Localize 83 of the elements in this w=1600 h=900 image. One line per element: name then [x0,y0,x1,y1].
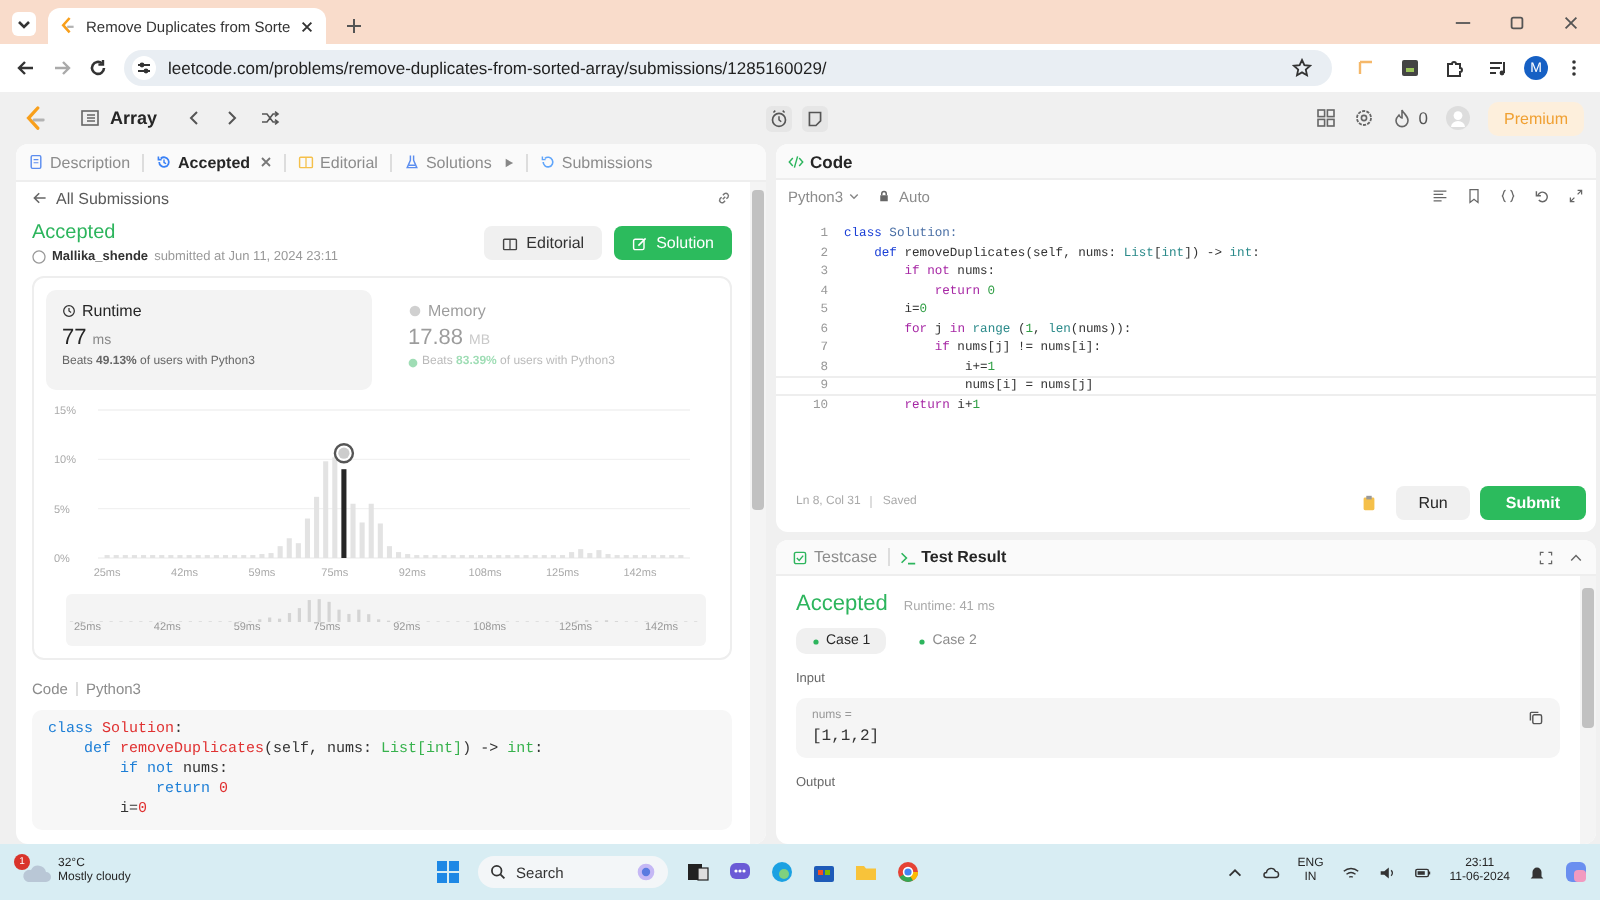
collapse-icon[interactable] [1568,549,1584,565]
close-icon[interactable] [300,19,315,33]
metric-label: Runtime [82,302,142,320]
document-icon [28,154,44,170]
braces-icon[interactable] [1500,188,1516,204]
caret-icon [847,190,860,202]
submission-status: Accepted [32,222,118,244]
orb-icon [636,862,657,882]
streak-count: 0 [1418,108,1428,128]
bookmark-star-icon[interactable] [1292,58,1312,78]
panel-tab[interactable]: Accepted [152,149,277,175]
format-icon[interactable] [1432,188,1448,204]
console-tab[interactable]: Test Result [895,544,1011,570]
panel-title: Code [810,151,853,171]
settings-icon[interactable] [1354,108,1375,128]
clock-icon [62,304,76,318]
clipboard-icon[interactable] [1360,493,1379,511]
chrome-icon[interactable] [896,860,921,884]
copilot-icon[interactable] [1564,860,1588,884]
code-icon [788,153,804,169]
badge-icon [408,357,418,367]
wifi-icon[interactable] [1341,863,1360,881]
flask-icon [403,154,420,170]
site-settings-icon[interactable] [132,56,156,80]
back-arrow-icon[interactable] [32,190,48,206]
play-icon [503,157,514,167]
close-icon[interactable] [1562,14,1580,32]
history-icon [539,154,556,170]
all-submissions-link[interactable]: All Submissions [56,189,169,207]
parameter-value: [1,1,2] [812,728,880,746]
fullscreen-icon[interactable] [1538,549,1554,565]
edit-icon [632,235,649,251]
terminal-icon [899,549,916,565]
address-bar[interactable]: leetcode.com/problems/remove-duplicates-from-sorted-array/submissions/1285160029/ [124,50,1332,86]
avatar-icon [32,250,46,264]
history-icon [156,154,173,170]
book-icon [502,235,519,251]
leetcode-logo-icon [60,16,76,36]
editorial-button[interactable]: Editorial [484,226,603,260]
run-button[interactable]: Run [1396,485,1470,519]
tab-search-icon[interactable] [12,12,36,36]
timer-icon[interactable] [766,105,793,131]
extension-icon[interactable] [1400,58,1420,78]
dot-icon [812,637,820,645]
layout-icon[interactable] [1316,108,1337,128]
lock-icon [877,190,890,202]
metric-label: Memory [428,302,486,320]
battery-icon[interactable] [1413,863,1432,881]
note-icon[interactable] [802,105,829,131]
scrollbar[interactable] [750,182,766,844]
flame-icon [1392,108,1413,128]
chat-icon[interactable] [728,860,753,884]
list-icon [80,108,100,128]
dot-icon [918,637,927,645]
search-icon [490,864,507,880]
maximize-icon[interactable] [1508,14,1526,32]
bell-icon[interactable] [1528,863,1546,881]
checkbox-icon [792,549,808,565]
media-icon[interactable] [1488,58,1508,78]
cloud-icon [20,862,52,886]
puzzle-icon[interactable] [1444,58,1464,78]
reload-icon[interactable] [88,58,108,78]
store-icon[interactable] [812,860,837,884]
volume-icon[interactable] [1377,863,1396,881]
scrollbar[interactable] [1580,576,1596,844]
start-icon[interactable] [436,860,461,884]
shuffle-icon[interactable] [259,108,280,128]
result-status: Accepted [796,592,888,616]
book-icon [298,154,315,170]
link-icon[interactable] [716,190,732,206]
back-icon[interactable] [16,58,36,78]
expand-icon[interactable] [1568,188,1584,204]
copy-icon[interactable] [1528,710,1544,726]
bookmark-icon[interactable] [1466,188,1482,204]
metric-value: 77 [62,326,87,350]
new-tab-icon[interactable] [346,18,363,34]
task-view-icon[interactable] [686,860,711,884]
cloud-sync-icon[interactable] [1261,863,1280,881]
metric-value: 17.88 [408,326,464,350]
undo-icon[interactable] [1534,188,1550,204]
selection-marker[interactable] [333,443,355,464]
chip-icon [408,304,422,318]
problem-list-link[interactable]: Array [110,108,158,128]
